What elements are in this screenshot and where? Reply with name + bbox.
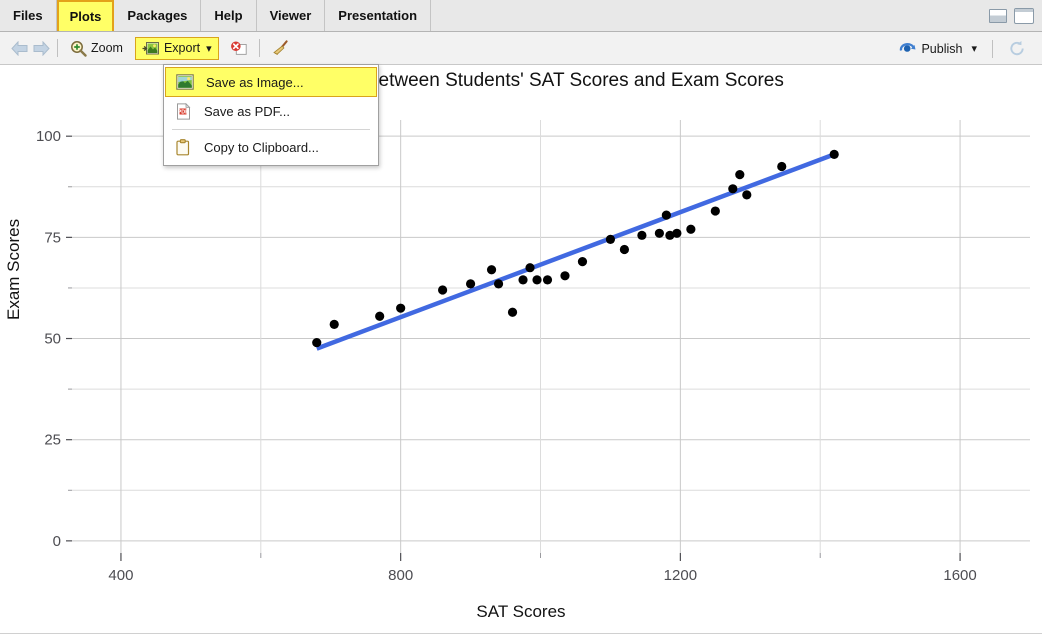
pane-tab-bar: Files Plots Packages Help Viewer Present… [0, 0, 1042, 32]
tab-packages[interactable]: Packages [114, 0, 202, 31]
image-icon [176, 73, 194, 91]
toolbar-separator-1 [57, 39, 58, 57]
tab-bar-filler [431, 0, 1042, 31]
toolbar-separator-3 [992, 39, 993, 58]
svg-text:1200: 1200 [664, 567, 697, 584]
remove-plot-button[interactable] [224, 37, 254, 60]
chevron-down-icon: ▾ [206, 42, 212, 55]
zoom-button-label: Zoom [91, 41, 123, 55]
scatter-plot-canvas: 0 25 50 75 100 400 800 1200 1600 [36, 120, 1030, 584]
tab-packages-label: Packages [127, 8, 188, 23]
regression-line [315, 152, 835, 351]
axis-ticks [66, 135, 961, 561]
export-dropdown-menu: Save as Image... PDF Save as PDF... Copy… [163, 64, 379, 166]
menu-item-copy-to-clipboard[interactable]: Copy to Clipboard... [164, 133, 378, 162]
svg-text:100: 100 [36, 128, 61, 145]
menu-item-save-as-image-label: Save as Image... [206, 74, 304, 90]
refresh-icon [1008, 40, 1026, 58]
svg-text:400: 400 [108, 567, 133, 584]
publish-chevron-down-icon: ▾ [971, 43, 977, 55]
menu-item-save-as-image[interactable]: Save as Image... [165, 67, 377, 97]
tab-viewer[interactable]: Viewer [256, 0, 326, 31]
maximize-pane-icon[interactable] [1014, 8, 1034, 24]
tab-files[interactable]: Files [0, 0, 57, 31]
tick-labels: 0 25 50 75 100 400 800 1200 1600 [36, 128, 977, 584]
menu-item-save-as-pdf-label: Save as PDF... [204, 104, 290, 119]
export-button-label: Export [163, 41, 201, 55]
tab-help[interactable]: Help [201, 0, 257, 31]
window-controls [989, 8, 1034, 24]
svg-text:0: 0 [53, 533, 61, 550]
svg-text:25: 25 [44, 432, 61, 449]
svg-text:75: 75 [44, 229, 61, 246]
grid-lines [72, 120, 1030, 553]
svg-text:PDF: PDF [177, 109, 188, 115]
remove-red-x-icon [230, 39, 248, 57]
tab-plots-label: Plots [69, 9, 102, 24]
magnifier-plus-icon [69, 39, 87, 57]
publish-group: Publish ▾ [893, 32, 1032, 65]
export-button[interactable]: Export ▾ [134, 36, 219, 60]
toolbar-separator-2 [258, 39, 260, 57]
publish-button-label: Publish [921, 41, 963, 56]
svg-text:800: 800 [388, 567, 413, 584]
plots-toolbar: Zoom Export ▾ Publish ▾ [0, 32, 1042, 65]
tab-presentation[interactable]: Presentation [325, 0, 432, 31]
forward-arrow-icon[interactable] [30, 38, 52, 58]
menu-separator [172, 129, 370, 130]
data-points [312, 149, 839, 348]
menu-item-save-as-pdf[interactable]: PDF Save as PDF... [164, 97, 378, 126]
back-arrow-icon[interactable] [8, 38, 30, 58]
zoom-button[interactable]: Zoom [63, 37, 129, 60]
clear-all-plots-button[interactable] [265, 37, 295, 60]
tab-help-label: Help [214, 8, 243, 23]
svg-text:1600: 1600 [943, 567, 976, 584]
tab-plots[interactable]: Plots [56, 0, 115, 31]
menu-item-copy-to-clipboard-label: Copy to Clipboard... [204, 140, 319, 155]
export-image-icon [142, 39, 160, 57]
tab-files-label: Files [13, 8, 43, 23]
clipboard-icon [174, 139, 192, 157]
pdf-icon: PDF [174, 103, 192, 121]
tab-viewer-label: Viewer [269, 8, 312, 23]
refresh-plot-button[interactable] [1002, 37, 1032, 60]
svg-text:50: 50 [44, 331, 61, 348]
plot-panel: Relationship between Students' SAT Score… [0, 65, 1042, 634]
broom-icon [271, 39, 289, 57]
publish-icon [899, 40, 917, 58]
publish-button[interactable]: Publish ▾ [893, 37, 983, 60]
tab-list: Files Plots Packages Help Viewer Present… [0, 0, 1042, 31]
tab-presentation-label: Presentation [338, 8, 418, 23]
minimize-pane-icon[interactable] [989, 9, 1007, 23]
